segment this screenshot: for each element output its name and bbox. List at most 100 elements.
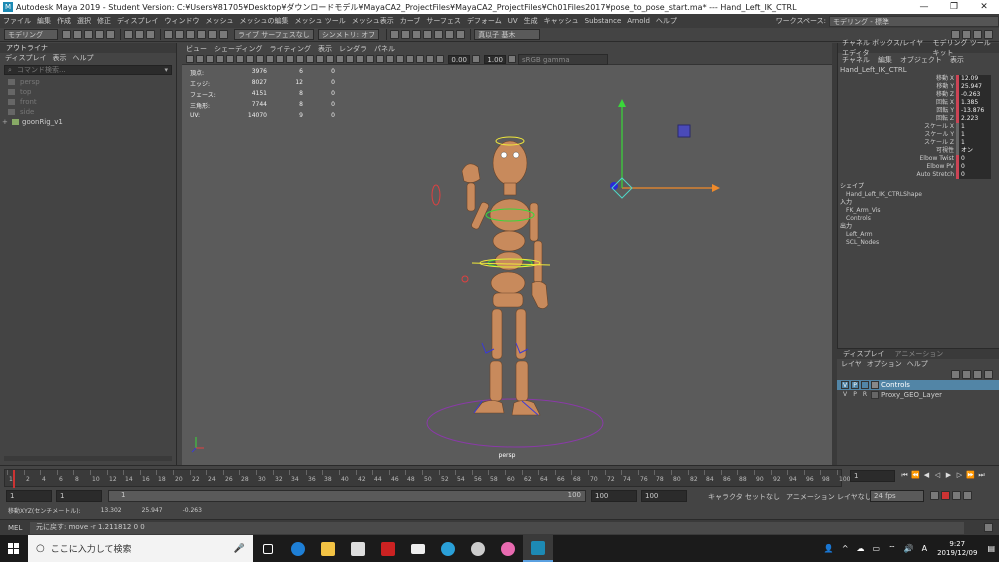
anim-prefs-icon[interactable] — [963, 491, 972, 500]
menu-file[interactable]: ファイル — [0, 16, 34, 26]
open-scene-icon[interactable] — [73, 30, 82, 39]
attr-row-scale-x[interactable]: スケール X1 — [838, 123, 999, 131]
attr-value[interactable]: -13.876 — [956, 107, 991, 115]
move-layer-up-icon[interactable] — [951, 369, 960, 379]
taskbar-edge[interactable] — [283, 535, 313, 562]
cb-menu-show[interactable]: 表示 — [950, 55, 964, 65]
attr-value[interactable]: オン — [956, 147, 991, 155]
mode-select[interactable]: モデリング — [4, 29, 58, 40]
anim-layer-select[interactable]: アニメーション レイヤなし — [786, 492, 872, 502]
taskbar-clock[interactable]: 9:27 2019/12/09 — [937, 540, 977, 558]
snap-curve-icon[interactable] — [175, 30, 184, 39]
outliner-search-input[interactable]: ⌕ コマンド検索... ▾ — [4, 65, 172, 75]
attr-value[interactable]: 1 — [956, 131, 991, 139]
playback-start-field[interactable]: 1 — [56, 490, 102, 502]
outliner-item-top[interactable]: top — [0, 87, 176, 97]
save-scene-icon[interactable] — [84, 30, 93, 39]
expand-plus-icon[interactable]: + — [2, 117, 8, 127]
layer-name[interactable]: Proxy_GEO_Layer — [881, 390, 942, 400]
outliner-menu-display[interactable]: ディスプレイ — [5, 53, 47, 63]
taskbar-itunes[interactable] — [493, 535, 523, 562]
new-layer-icon[interactable] — [973, 369, 982, 379]
maximize-button[interactable]: ❐ — [939, 2, 969, 12]
menu-modify[interactable]: 修正 — [94, 16, 114, 26]
taskbar-app-w[interactable] — [433, 535, 463, 562]
output-node[interactable]: SCL_Nodes — [838, 239, 999, 247]
play-backwards-icon[interactable]: ◁ — [933, 471, 942, 480]
select-hierarchy-icon[interactable] — [124, 30, 133, 39]
chevron-up-icon[interactable]: ^ — [842, 544, 849, 553]
auto-key-icon[interactable] — [941, 491, 950, 500]
layer-visibility-toggle[interactable]: V — [841, 391, 849, 399]
taskbar-mail[interactable] — [403, 535, 433, 562]
layer-menu-layers[interactable]: レイヤ — [841, 359, 862, 369]
menu-create[interactable]: 作成 — [54, 16, 74, 26]
menu-mesh-tools[interactable]: メッシュ ツール — [292, 16, 349, 26]
layer-reference-toggle[interactable]: R — [861, 391, 869, 399]
character-set-select[interactable]: キャラクタ セットなし — [708, 492, 780, 502]
character-model[interactable] — [461, 140, 549, 416]
attr-row-translate-z[interactable]: 移動 Z -0.263 — [838, 91, 999, 99]
current-frame-marker[interactable] — [13, 470, 15, 488]
attr-row-scale-z[interactable]: スケール Z1 — [838, 139, 999, 147]
viewport-scene[interactable] — [182, 43, 832, 465]
minimize-button[interactable]: — — [909, 2, 939, 12]
volume-icon[interactable]: 🔊 — [904, 544, 914, 553]
render-frame-icon[interactable] — [401, 30, 411, 39]
snap-point-icon[interactable] — [186, 30, 195, 39]
close-button[interactable]: ✕ — [969, 2, 999, 12]
step-back-frame-icon[interactable]: ◀ — [922, 471, 931, 480]
snap-pivot-icon[interactable] — [219, 30, 228, 39]
attr-row-scale-y[interactable]: スケール Y1 — [838, 131, 999, 139]
animation-end-field[interactable]: 100 — [641, 490, 687, 502]
user-account-select[interactable]: 真以子 基木 — [474, 29, 541, 40]
fps-select[interactable]: 24 fps — [870, 490, 924, 502]
taskbar-settings[interactable] — [463, 535, 493, 562]
symmetry-select[interactable]: シンメトリ: オフ — [317, 29, 380, 40]
chevron-down-icon[interactable]: ▾ — [164, 66, 168, 75]
task-view-button[interactable] — [253, 535, 283, 562]
menu-substance[interactable]: Substance — [582, 17, 625, 25]
script-editor-icon[interactable] — [984, 523, 993, 532]
elbow-pv-ctrl[interactable] — [461, 275, 469, 283]
outliner-menu-show[interactable]: 表示 — [53, 53, 67, 63]
menu-generate[interactable]: 生成 — [521, 16, 541, 26]
ipr-render-icon[interactable] — [412, 30, 422, 39]
people-icon[interactable]: 👤 — [824, 544, 834, 553]
layer-playback-toggle[interactable]: P — [851, 391, 859, 399]
outliner-item-rig[interactable]: + goonRig_v1 — [0, 117, 176, 127]
menu-mesh[interactable]: メッシュ — [203, 16, 237, 26]
cb-menu-edit[interactable]: 編集 — [878, 55, 892, 65]
layer-color-swatch[interactable] — [871, 381, 879, 389]
outliner-menu-help[interactable]: ヘルプ — [73, 53, 94, 63]
taskbar-explorer[interactable] — [313, 535, 343, 562]
attr-row-translate-y[interactable]: 移動 Y 25.947 — [838, 83, 999, 91]
windows-start-button[interactable] — [0, 535, 28, 562]
taskbar-maya[interactable] — [523, 535, 553, 562]
snap-view-icon[interactable] — [197, 30, 206, 39]
move-manip-y-arrow[interactable] — [618, 99, 626, 107]
menu-select[interactable]: 選択 — [74, 16, 94, 26]
layer-menu-options[interactable]: オプション — [867, 359, 902, 369]
network-icon[interactable]: ⌔ — [888, 544, 896, 554]
menu-display[interactable]: ディスプレイ — [114, 16, 162, 26]
undo-icon[interactable] — [95, 30, 104, 39]
live-surface-select[interactable]: ライブ サーフェスなし — [234, 29, 314, 40]
new-layer-selected-icon[interactable] — [984, 369, 993, 379]
playback-end-field[interactable]: 100 — [591, 490, 637, 502]
menu-curves[interactable]: カーブ — [397, 16, 424, 26]
range-slider[interactable]: 1 100 — [108, 490, 586, 502]
attr-row-rotate-x[interactable]: 回転 X 1.385 — [838, 99, 999, 107]
menu-cache[interactable]: キャッシュ — [541, 16, 582, 26]
menu-surfaces[interactable]: サーフェス — [423, 16, 464, 26]
taskbar-app-red[interactable] — [373, 535, 403, 562]
menu-edit-mesh[interactable]: メッシュの編集 — [237, 16, 292, 26]
menu-uv[interactable]: UV — [505, 17, 521, 25]
tab-display-layers[interactable]: ディスプレイ — [843, 349, 885, 359]
selected-object-name[interactable]: Hand_Left_IK_CTRL — [838, 65, 999, 75]
menu-mesh-display[interactable]: メッシュ表示 — [349, 16, 397, 26]
cloud-icon[interactable]: ☁ — [857, 544, 865, 553]
outliner-item-persp[interactable]: persp — [0, 77, 176, 87]
output-node[interactable]: Left_Arm — [838, 231, 999, 239]
microphone-icon[interactable]: 🎤 — [234, 544, 245, 554]
